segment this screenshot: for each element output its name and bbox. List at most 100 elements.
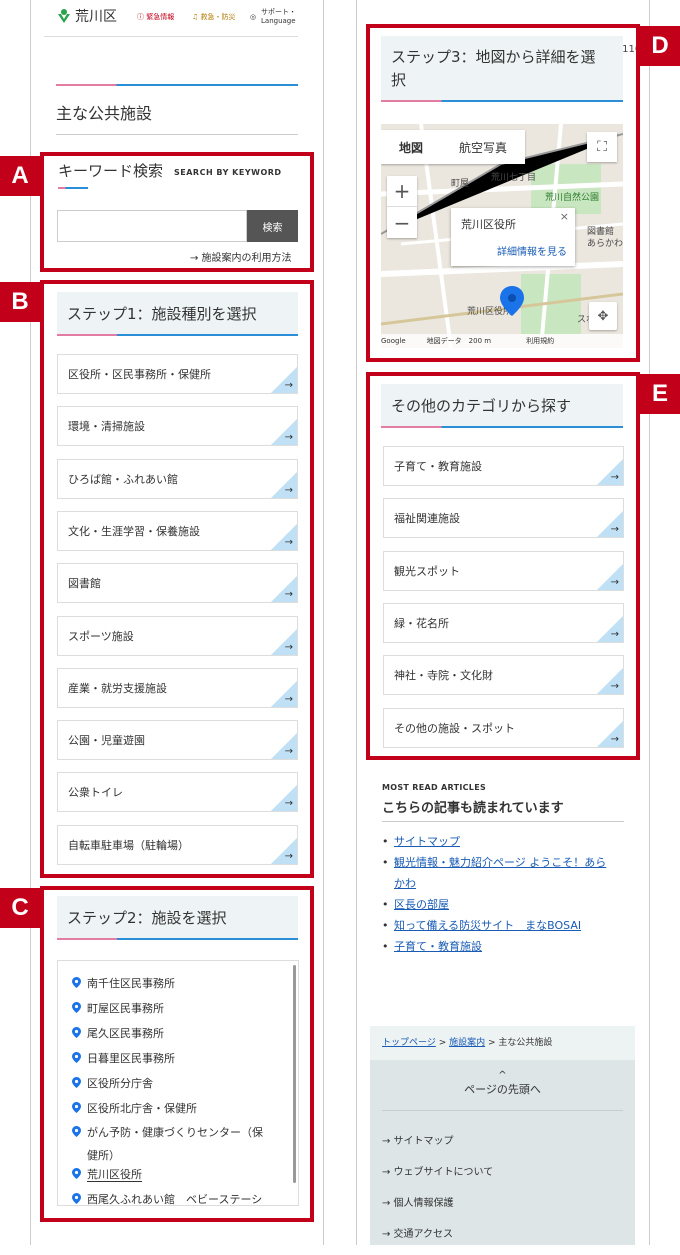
disaster-link[interactable]: ♫ 救急・防災 bbox=[192, 12, 236, 22]
most-read-title: こちらの記事も読まれています bbox=[382, 801, 564, 816]
breadcrumb-sep: > bbox=[485, 1038, 499, 1048]
category-label: 区役所・区民事務所・保健所 bbox=[68, 368, 211, 381]
category-item[interactable]: 図書館 → bbox=[57, 563, 298, 604]
page-title: 主な公共施設 bbox=[56, 104, 153, 123]
article-label: 区長の部屋 bbox=[394, 898, 449, 911]
emergency-link[interactable]: ⓘ 緊急情報 bbox=[137, 12, 174, 22]
usage-help-link[interactable]: → 施設案内の利用方法 bbox=[190, 249, 292, 264]
breadcrumb-guide[interactable]: 施設案内 bbox=[449, 1038, 485, 1048]
map-marker-icon[interactable] bbox=[499, 286, 525, 316]
category-item[interactable]: 産業・就労支援施設 → bbox=[57, 667, 298, 708]
tab-satellite[interactable]: 航空写真 bbox=[441, 130, 525, 164]
facility-list[interactable]: 南千住区民事務所 町屋区民事務所尾久区民事務所 日暮里区民事務所区役所分庁舎区役所北… bbox=[57, 960, 299, 1206]
facility-map[interactable]: 町屋 荒川七丁目 荒川自然公園 荒川区役所 図書館 あらかわ スポー 地図 航空… bbox=[381, 124, 623, 348]
popup-detail-link[interactable]: 詳細情報を見る bbox=[497, 243, 567, 258]
footer-link[interactable]: → ウェブサイトについて bbox=[382, 1163, 493, 1178]
tab-map[interactable]: 地図 bbox=[381, 130, 441, 164]
article-link[interactable]: • 区長の部屋 bbox=[382, 894, 449, 915]
map-label: 町屋 bbox=[451, 179, 470, 189]
category-label: 子育て・教育施設 bbox=[394, 460, 482, 473]
other-category-item[interactable]: 福祉関連施設 → bbox=[383, 498, 624, 539]
language-label: Language bbox=[261, 17, 296, 25]
facility-item[interactable]: がん予防・健康づくりセンター（保 bbox=[72, 1124, 263, 1140]
back-to-top[interactable]: ^ ページの先頭へ bbox=[370, 1070, 635, 1097]
step3-underline bbox=[381, 100, 623, 102]
footer-link[interactable]: → 個人情報保護 bbox=[382, 1194, 454, 1209]
breadcrumb-sep: > bbox=[435, 1038, 450, 1048]
facility-item[interactable]: 健所） bbox=[72, 1147, 120, 1163]
article-link[interactable]: • 観光情報・魅力紹介ページ ようこそ！あら bbox=[382, 852, 606, 873]
support-label: サポート・ bbox=[261, 8, 296, 16]
support-link[interactable]: ◎ サポート・ Language bbox=[250, 8, 296, 26]
facility-item[interactable]: 町屋区民事務所 bbox=[72, 1000, 164, 1016]
category-label: 自転車駐車場（駐輪場） bbox=[68, 838, 189, 852]
close-icon[interactable]: × bbox=[560, 210, 569, 223]
title-gradient bbox=[56, 84, 298, 86]
article-link-cont[interactable]: かわ bbox=[382, 873, 416, 894]
map-type-tabs: 地図 航空写真 bbox=[381, 130, 526, 164]
recenter-icon[interactable]: ✥ bbox=[589, 302, 617, 330]
breadcrumb-top[interactable]: トップページ bbox=[382, 1038, 436, 1048]
other-category-item[interactable]: 観光スポット → bbox=[383, 550, 624, 591]
site-logo[interactable]: 荒川区 bbox=[56, 6, 117, 26]
article-link[interactable]: • 知って備える防災サイト まなBOSAI bbox=[382, 915, 581, 936]
facility-item[interactable]: 南千住区民事務所 bbox=[72, 975, 175, 991]
arrow-right-icon: → bbox=[284, 641, 293, 653]
other-category-item[interactable]: 神社・寺院・文化財 → bbox=[383, 655, 624, 696]
arrow-right-icon: → bbox=[610, 524, 619, 536]
category-label: 図書館 bbox=[68, 577, 101, 591]
category-item[interactable]: 公園・児童遊園 → bbox=[57, 720, 298, 761]
other-category-item[interactable]: その他の施設・スポット → bbox=[383, 707, 624, 748]
article-label: 観光情報・魅力紹介ページ ようこそ！あら bbox=[394, 856, 607, 869]
facility-item[interactable]: 尾久区民事務所 bbox=[72, 1025, 164, 1041]
facility-item[interactable]: 西尾久ふれあい館 ベビーステーシ bbox=[72, 1191, 263, 1206]
badge-d: D bbox=[640, 26, 680, 66]
category-item[interactable]: 自転車駐車場（駐輪場） → bbox=[57, 824, 298, 865]
arrow-right-icon: → bbox=[284, 746, 293, 758]
facility-label: 尾久区民事務所 bbox=[87, 1027, 164, 1040]
other-title: その他のカテゴリから探す bbox=[391, 397, 572, 415]
map-label: 荒川自然公園 bbox=[545, 193, 600, 203]
step2-heading: ステップ2：施設を選択 bbox=[57, 896, 298, 938]
footer-link[interactable]: → サイトマップ bbox=[382, 1132, 454, 1147]
keyword-search-input[interactable] bbox=[57, 210, 247, 242]
badge-e: E bbox=[640, 374, 680, 414]
logo-text: 荒川区 bbox=[75, 9, 117, 25]
category-item[interactable]: 区役所・区民事務所・保健所 → bbox=[57, 354, 298, 394]
category-item[interactable]: 公衆トイレ → bbox=[57, 772, 298, 813]
category-item[interactable]: ひろば館・ふれあい館 → bbox=[57, 458, 298, 499]
other-category-item[interactable]: 緑・花名所 → bbox=[383, 602, 624, 643]
category-label: 福祉関連施設 bbox=[394, 512, 460, 526]
location-pin-icon bbox=[72, 1193, 81, 1204]
step1-underline bbox=[57, 334, 298, 336]
list-scrollbar[interactable] bbox=[293, 965, 296, 1183]
category-item[interactable]: 環境・清掃施設 → bbox=[57, 406, 298, 447]
breadcrumb: トップページ > 施設案内 > 主な公共施設 bbox=[370, 1026, 635, 1060]
category-item[interactable]: 文化・生涯学習・保養施設 → bbox=[57, 510, 298, 551]
arrow-right-icon: → bbox=[284, 380, 293, 391]
category-item[interactable]: スポーツ施設 → bbox=[57, 615, 298, 656]
facility-label: 西尾久ふれあい館 ベビーステーシ bbox=[87, 1193, 263, 1206]
article-link[interactable]: • サイトマップ bbox=[382, 831, 460, 852]
category-label: 神社・寺院・文化財 bbox=[394, 669, 493, 683]
logo-icon bbox=[58, 9, 70, 23]
zoom-out-button[interactable]: − bbox=[387, 207, 417, 238]
facility-item[interactable]: 区役所分庁舎 bbox=[72, 1075, 153, 1091]
other-category-item[interactable]: 子育て・教育施設 → bbox=[383, 446, 624, 486]
alert-icon: ⓘ bbox=[137, 13, 147, 21]
zoom-in-button[interactable]: + bbox=[387, 176, 417, 207]
location-pin-icon bbox=[72, 1052, 81, 1063]
emergency-label: 緊急情報 bbox=[146, 13, 175, 21]
article-link[interactable]: • 子育て・教育施設 bbox=[382, 936, 482, 957]
bullet: • bbox=[382, 898, 389, 911]
footer-link[interactable]: → 交通アクセス bbox=[382, 1225, 453, 1240]
fullscreen-icon[interactable]: ⛶ bbox=[587, 132, 617, 162]
facility-item[interactable]: 日暮里区民事務所 bbox=[72, 1050, 175, 1066]
facility-label: 区役所分庁舎 bbox=[87, 1077, 153, 1090]
facility-item[interactable]: 荒川区役所 bbox=[72, 1166, 142, 1182]
back-to-top-label: ページの先頭へ bbox=[464, 1083, 541, 1096]
title-underline bbox=[56, 134, 298, 135]
search-button[interactable]: 検索 bbox=[247, 210, 298, 242]
facility-item[interactable]: 区役所北庁舎・保健所 bbox=[72, 1100, 197, 1116]
